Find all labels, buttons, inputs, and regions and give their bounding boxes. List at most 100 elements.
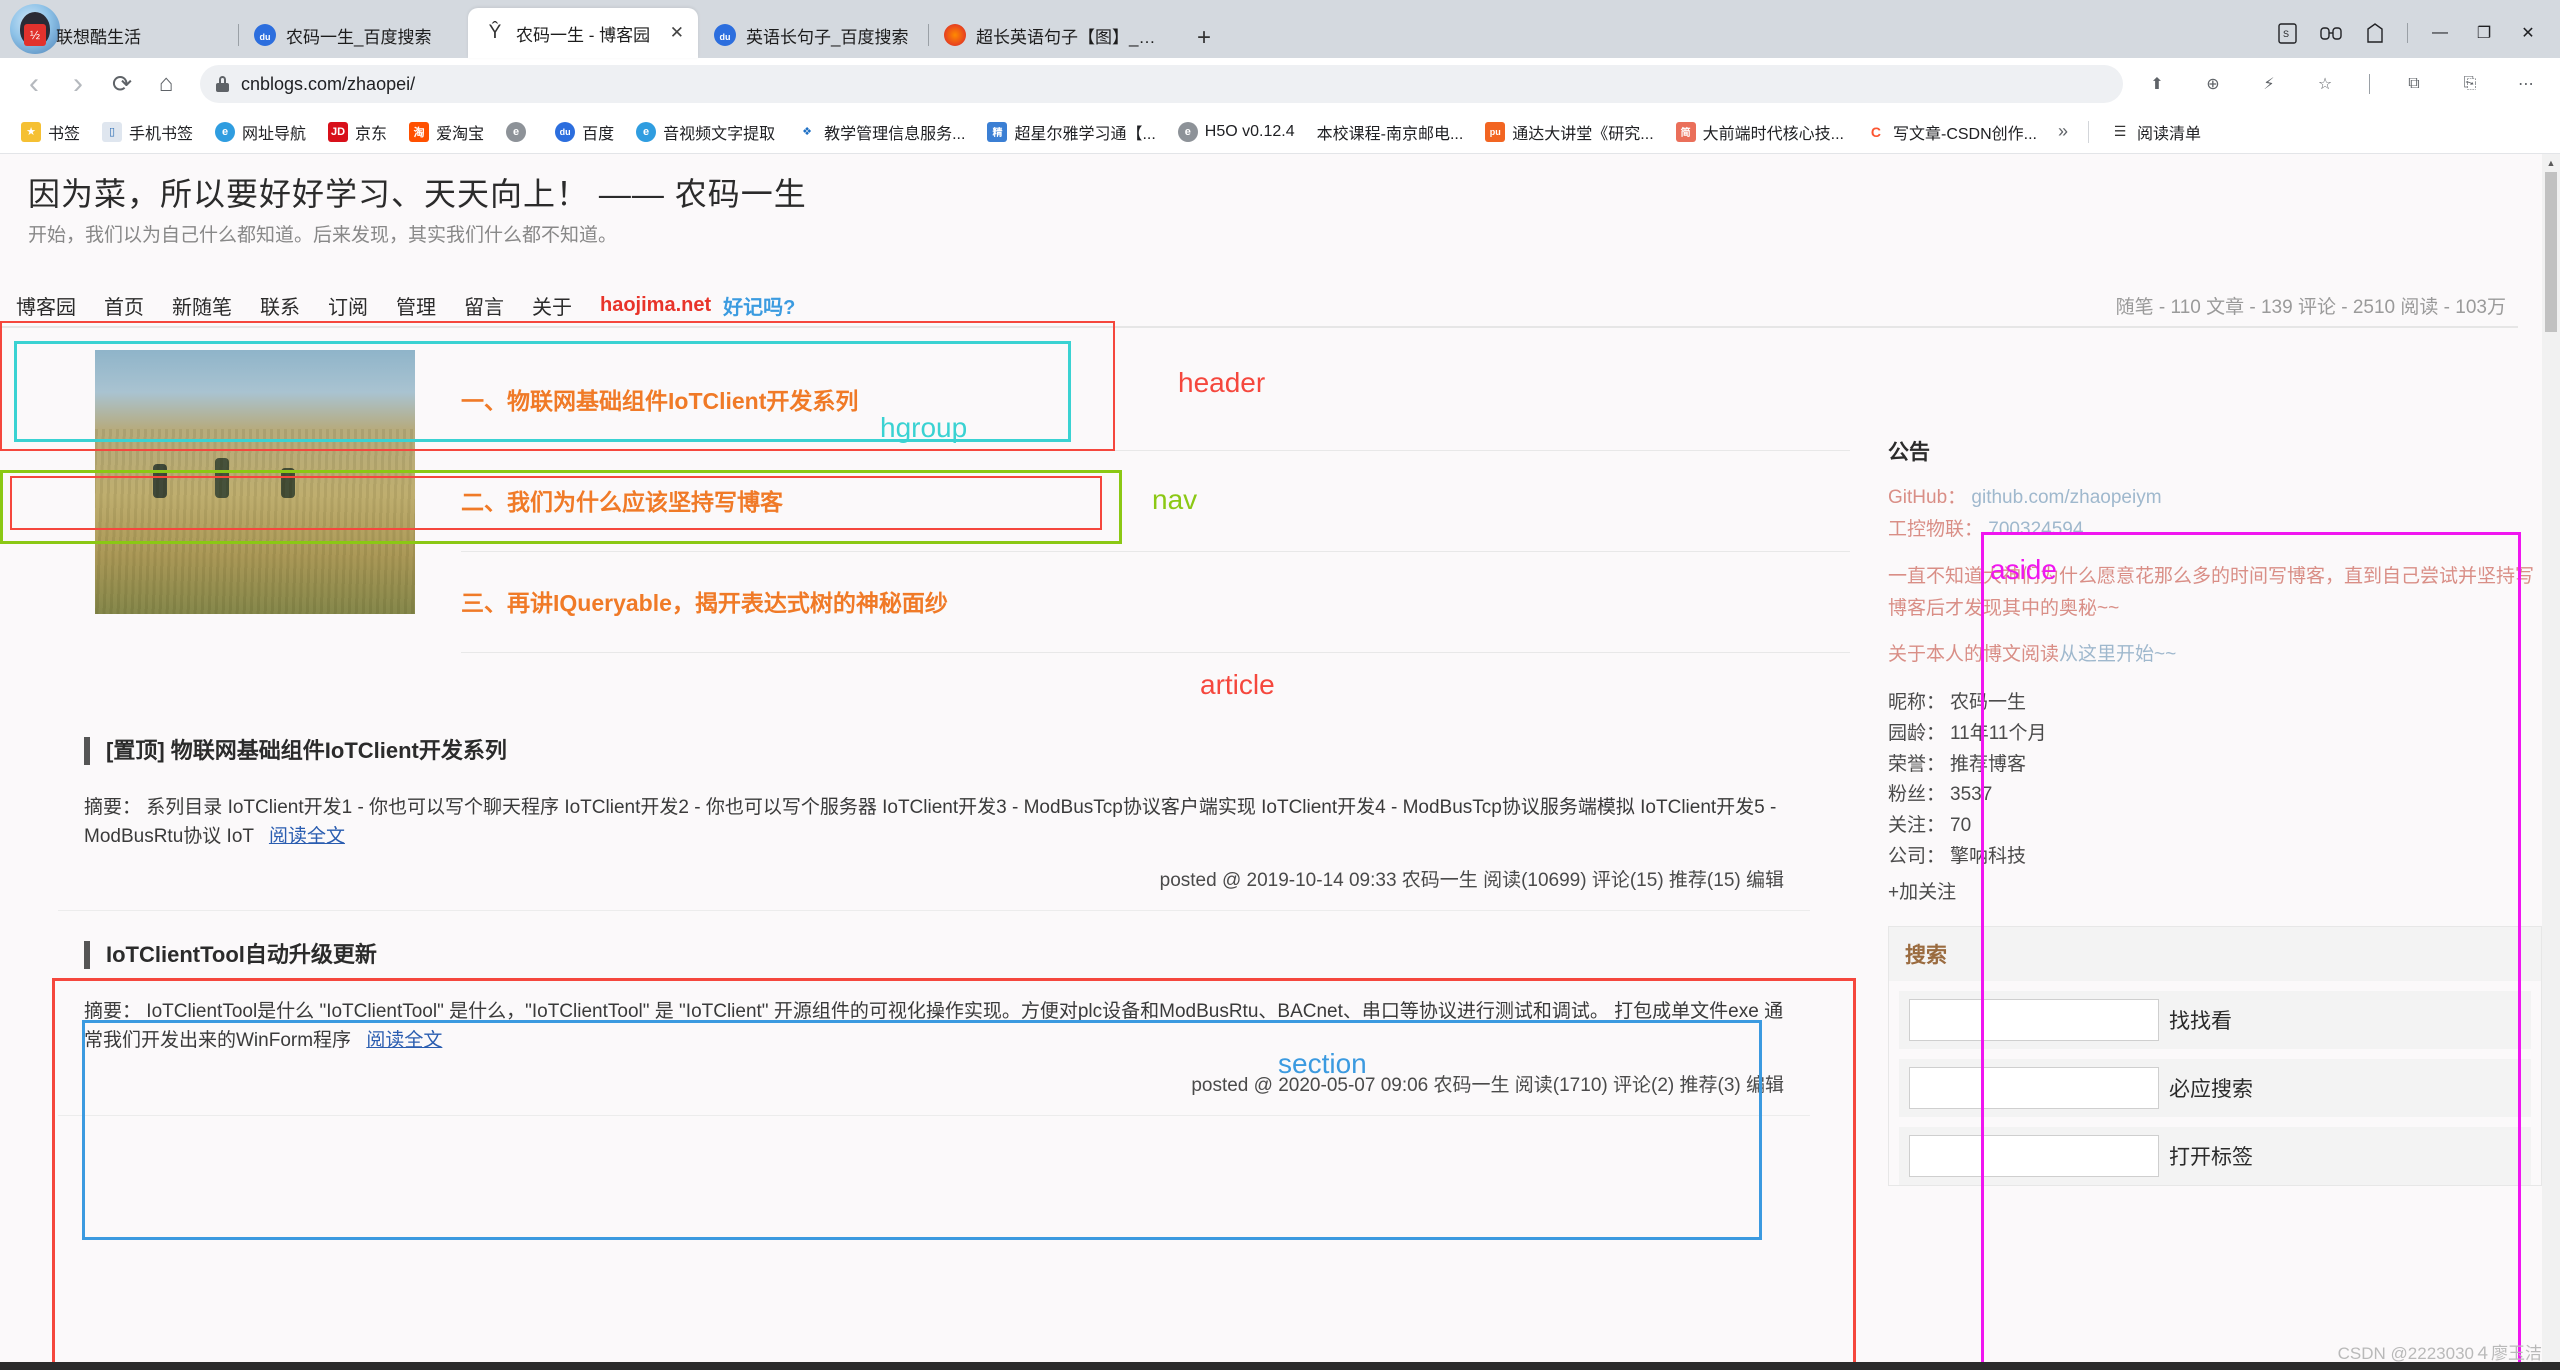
qq-value[interactable]: 700324594 (1988, 519, 2083, 540)
bookmark-item[interactable]: ❖ 教学管理信息服务... (788, 116, 974, 148)
nav-item-subscribe[interactable]: 订阅 (328, 291, 368, 320)
bookmark-item[interactable]: e (497, 118, 542, 146)
close-icon[interactable]: ✕ (668, 23, 686, 43)
scroll-up-icon[interactable]: ▲ (2542, 154, 2560, 172)
bookmark-item[interactable]: e 网址导航 (206, 116, 315, 148)
profile-value: 70 (1950, 815, 1972, 837)
bing-search-button[interactable]: 必应搜索 (2165, 1073, 2257, 1103)
home-icon[interactable]: ⌂ (146, 64, 186, 104)
tag-input[interactable] (1909, 1134, 2159, 1177)
bookmark-item[interactable]: e H5O v0.12.4 (1169, 118, 1304, 146)
maximize-button[interactable]: ❐ (2464, 16, 2504, 50)
browser-tab[interactable]: 英语长句子_百度搜索 (698, 12, 928, 58)
profile-row: 公司： 擎呐科技 (1888, 842, 2542, 873)
share-icon[interactable]: ⬆ (2137, 64, 2177, 104)
post-item: IoTClientTool自动升级更新 摘要： IoTClientTool是什么… (58, 911, 1810, 1116)
banner-photo (95, 350, 415, 614)
bookmark-item[interactable]: pu 通达大讲堂《研究... (1476, 116, 1662, 148)
browser-window: 联想酷生活 农码一生_百度搜索 农码一生 - 博客园 ✕ 英语长句子_百度搜索 … (0, 0, 2560, 1370)
top-banner: 一、物联网基础组件IoTClient开发系列 二、我们为什么应该坚持写博客 三、… (0, 350, 1850, 653)
bookmark-item[interactable]: 淘爱淘宝 (400, 116, 493, 148)
page-viewport: 因为菜，所以要好好学习、天天向上！ —— 农码一生 开始，我们以为自己什么都知道… (0, 154, 2560, 1370)
profile-value: 农码一生 (1950, 692, 2027, 714)
screenshot-icon[interactable]: S (2267, 16, 2307, 50)
browser-tab-active[interactable]: 农码一生 - 博客园 ✕ (468, 8, 698, 58)
bookmark-item[interactable]: ▯ 手机书签 (93, 116, 202, 148)
bookmark-label: 网址导航 (242, 125, 307, 143)
bookmark-item[interactable]: 简大前端时代核心技... (1667, 116, 1853, 148)
highlight-item[interactable]: 三、再讲IQueryable，揭开表达式树的神秘面纱 (461, 552, 1850, 653)
browser-tab[interactable]: 农码一生_百度搜索 (238, 12, 468, 58)
site-title[interactable]: 因为菜，所以要好好学习、天天向上！ —— 农码一生 (28, 174, 806, 214)
summary-label: 摘要： (84, 1000, 142, 1022)
bookmark-item[interactable]: du 百度 (546, 116, 623, 148)
lock-icon (216, 76, 229, 92)
open-tag-button[interactable]: 打开标签 (2165, 1141, 2257, 1171)
post-title[interactable]: [置顶] 物联网基础组件IoTClient开发系列 (84, 737, 1784, 765)
zoom-icon[interactable]: ⊕ (2193, 64, 2233, 104)
flower-icon (944, 24, 966, 46)
bookmark-item[interactable]: 精超星尔雅学习通【... (978, 116, 1164, 148)
highlight-item[interactable]: 二、我们为什么应该坚持写博客 (461, 451, 1850, 552)
nav-item-message[interactable]: 留言 (464, 291, 504, 320)
post-title[interactable]: IoTClientTool自动升级更新 (84, 941, 1784, 969)
minimize-button[interactable]: — (2420, 16, 2460, 50)
announcement-paragraph: 一直不知道大神们为什么愿意花那么多的时间写博客，直到自己尝试并坚持写博客后才发现… (1888, 565, 2535, 619)
reload-icon[interactable]: ⟳ (102, 64, 142, 104)
post-item: [置顶] 物联网基础组件IoTClient开发系列 摘要： 系列目录 IoTCl… (58, 707, 1810, 912)
tab-title: 农码一生 - 博客园 (516, 25, 651, 45)
read-more-link[interactable]: 阅读全文 (366, 1030, 442, 1051)
hgroup: 因为菜，所以要好好学习、天天向上！ —— 农码一生 开始，我们以为自己什么都知道… (16, 168, 806, 257)
settings-icon[interactable]: ⋯ (2506, 64, 2546, 104)
collections-panel-icon[interactable]: ⎘ (2450, 64, 2490, 104)
follow-button[interactable]: +加关注 (1888, 877, 2542, 904)
profile-row: 园龄： 11年11个月 (1888, 719, 2542, 750)
page-scrollbar[interactable]: ▲ (2542, 154, 2560, 1370)
star-icon: ★ (21, 121, 41, 142)
github-value[interactable]: github.com/zhaopeiym (1971, 487, 2161, 508)
back-icon[interactable]: ‹ (14, 64, 54, 104)
content-column: 一、物联网基础组件IoTClient开发系列 二、我们为什么应该坚持写博客 三、… (0, 350, 1850, 1208)
nav-ask-link[interactable]: 好记吗? (723, 291, 795, 320)
phone-icon: ▯ (102, 121, 123, 142)
close-window-button[interactable]: ✕ (2508, 16, 2548, 50)
highlight-item[interactable]: 一、物联网基础组件IoTClient开发系列 (461, 350, 1850, 451)
nav-item-blog-garden[interactable]: 博客园 (16, 291, 76, 320)
nav-item-contact[interactable]: 联系 (260, 291, 300, 320)
split-icon[interactable]: ⧉ (2394, 64, 2434, 104)
sidebar-column: 公告 GitHub： github.com/zhaopeiym 工控物联： 70… (1850, 350, 2542, 1208)
edge-icon: e (215, 121, 236, 142)
scrollbar-thumb[interactable] (2545, 172, 2557, 332)
read-more-link[interactable]: 阅读全文 (269, 826, 345, 847)
search-button[interactable]: 找找看 (2165, 1005, 2236, 1035)
bookmark-item[interactable]: e 音视频文字提取 (627, 116, 784, 148)
browser-tab[interactable]: 超长英语句子【图】_经典句子-说说 (928, 12, 1183, 58)
site-header: 因为菜，所以要好好学习、天天向上！ —— 农码一生 开始，我们以为自己什么都知道… (0, 154, 2542, 282)
divider (2369, 74, 2370, 94)
bookmarks-overflow-icon[interactable]: » (2050, 121, 2076, 142)
bookmark-label: H5O v0.12.4 (1204, 122, 1295, 140)
tab-separator (928, 24, 929, 46)
new-tab-button[interactable]: + (1183, 26, 1225, 58)
jd-icon: JD (328, 121, 349, 142)
favorite-star-icon[interactable]: ☆ (2305, 64, 2345, 104)
bookmark-item[interactable]: C 写文章-CSDN创作... (1857, 116, 2046, 148)
split-screen-icon[interactable] (2311, 16, 2351, 50)
bookmark-item[interactable]: JD 京东 (319, 116, 396, 148)
bookmark-item[interactable]: 本校课程-南京邮电... (1308, 116, 1473, 148)
reading-list-button[interactable]: ☰ 阅读清单 (2101, 116, 2210, 148)
nav-item-home[interactable]: 首页 (104, 291, 144, 320)
address-bar[interactable]: cnblogs.com/zhaopei/ (200, 65, 2123, 103)
bookmark-item[interactable]: ★ 书签 (12, 116, 89, 148)
search-input[interactable] (1909, 998, 2159, 1041)
nav-item-new-post[interactable]: 新随笔 (172, 291, 232, 320)
forward-icon[interactable]: › (58, 64, 98, 104)
flash-icon[interactable]: ⚡ (2249, 64, 2289, 104)
nav-item-about[interactable]: 关于 (532, 291, 572, 320)
start-reading-link[interactable]: 关于本人的博文阅读从这里开始~~ (1888, 639, 2542, 666)
nav-item-manage[interactable]: 管理 (396, 291, 436, 320)
nav-external-link[interactable]: haojima.net (600, 294, 711, 317)
bing-search-input[interactable] (1909, 1066, 2159, 1109)
collections-icon[interactable] (2355, 16, 2395, 50)
browser-tab[interactable]: 联想酷生活 (8, 12, 238, 58)
